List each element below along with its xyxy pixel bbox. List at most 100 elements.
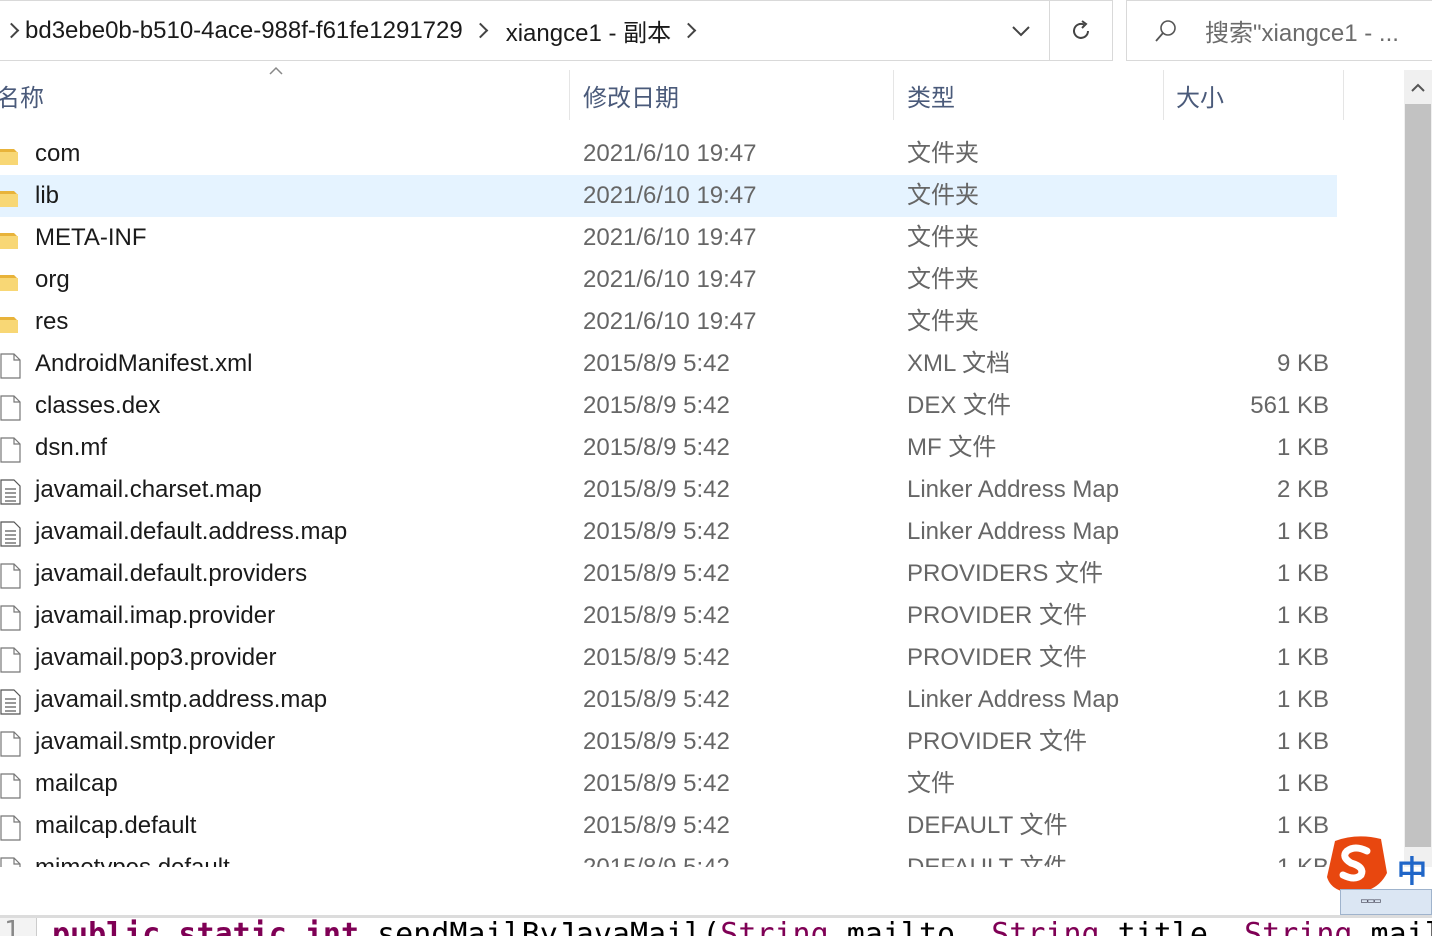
- breadcrumb[interactable]: bd3ebe0b-b510-4ace-988f-f61fe1291729 xia…: [0, 1, 992, 60]
- file-name[interactable]: lib: [35, 175, 59, 217]
- file-name[interactable]: dsn.mf: [35, 427, 107, 469]
- file-type: DEFAULT 文件: [907, 847, 1067, 867]
- file-name[interactable]: res: [35, 301, 68, 343]
- file-type: DEX 文件: [907, 392, 1012, 419]
- column-header-type[interactable]: 类型: [894, 70, 1164, 120]
- scrollbar-thumb[interactable]: [1405, 104, 1431, 847]
- chevron-right-icon[interactable]: [3, 22, 20, 39]
- scroll-up-button[interactable]: [1404, 70, 1432, 104]
- code-token: static: [178, 918, 287, 936]
- column-header-date-label: 修改日期: [583, 84, 679, 112]
- search-placeholder: 搜索"xiangce1 - ...: [1205, 20, 1399, 47]
- file-type: 文件夹: [907, 224, 979, 251]
- file-list[interactable]: com 2021/6/10 19:47 文件夹 lib 2021/6/10 19:47 文…: [0, 133, 1337, 867]
- code-token: public: [52, 918, 161, 936]
- file-modified-date: 2015/8/9 5:42: [583, 392, 730, 419]
- file-icon: [0, 393, 22, 421]
- text-file-icon: [0, 477, 22, 505]
- ime-mode-indicator[interactable]: 中: [1397, 847, 1427, 891]
- file-icon: [0, 771, 22, 799]
- file-name[interactable]: classes.dex: [35, 385, 160, 427]
- file-row[interactable]: META-INF 2021/6/10 19:47 文件夹: [0, 217, 1337, 259]
- file-type: PROVIDER 文件: [907, 644, 1088, 671]
- code-token: sendMailByJavaMail(: [359, 918, 721, 936]
- sogou-s-logo-icon[interactable]: [1325, 833, 1389, 895]
- ime-toolbar[interactable]: 中 ▭▭▭: [1325, 833, 1432, 915]
- breadcrumb-item-folder-id[interactable]: bd3ebe0b-b510-4ace-988f-f61fe1291729: [25, 17, 463, 45]
- file-modified-date: 2015/8/9 5:42: [583, 770, 730, 797]
- file-row[interactable]: mailcap 2015/8/9 5:42 文件 1 KB: [0, 763, 1337, 805]
- file-name[interactable]: javamail.default.address.map: [35, 511, 347, 553]
- file-modified-date: 2015/8/9 5:42: [583, 728, 730, 755]
- refresh-button[interactable]: [1050, 1, 1112, 60]
- file-row[interactable]: javamail.default.address.map 2015/8/9 5:4…: [0, 511, 1337, 553]
- file-name[interactable]: javamail.smtp.provider: [35, 721, 275, 763]
- file-size: 1 KB: [1276, 728, 1329, 755]
- file-name[interactable]: javamail.pop3.provider: [35, 637, 276, 679]
- code-token: String: [720, 918, 829, 936]
- file-row[interactable]: mimetypes.default 2015/8/9 5:42 DEFAULT 文件…: [0, 847, 1337, 867]
- file-name[interactable]: com: [35, 133, 80, 175]
- file-row[interactable]: classes.dex 2015/8/9 5:42 DEX 文件 561 KB: [0, 385, 1337, 427]
- file-name[interactable]: javamail.smtp.address.map: [35, 679, 327, 721]
- file-icon: [0, 645, 22, 673]
- file-name[interactable]: javamail.default.providers: [35, 553, 307, 595]
- column-header-date[interactable]: 修改日期: [570, 70, 894, 120]
- file-row[interactable]: org 2021/6/10 19:47 文件夹: [0, 259, 1337, 301]
- file-name[interactable]: javamail.charset.map: [35, 469, 262, 511]
- file-name[interactable]: AndroidManifest.xml: [35, 343, 252, 385]
- file-icon: [0, 855, 22, 867]
- file-size: 1 KB: [1276, 518, 1329, 545]
- file-icon: [0, 813, 22, 841]
- file-name[interactable]: mimetypes.default: [35, 847, 230, 867]
- file-type: XML 文档: [907, 350, 1011, 377]
- chevron-up-icon: [1411, 83, 1425, 92]
- file-modified-date: 2021/6/10 19:47: [583, 182, 757, 209]
- file-name[interactable]: mailcap: [35, 763, 118, 805]
- ime-soft-keyboard-button[interactable]: ▭▭▭: [1340, 889, 1432, 915]
- file-name[interactable]: META-INF: [35, 217, 147, 259]
- breadcrumb-item-xiangce1-copy[interactable]: xiangce1 - 副本: [506, 13, 671, 48]
- line-number: 1: [4, 918, 20, 936]
- file-row[interactable]: dsn.mf 2015/8/9 5:42 MF 文件 1 KB: [0, 427, 1337, 469]
- chevron-right-icon[interactable]: [680, 22, 697, 39]
- chevron-right-icon[interactable]: [472, 22, 488, 39]
- column-divider[interactable]: [1343, 70, 1344, 120]
- address-bar[interactable]: bd3ebe0b-b510-4ace-988f-f61fe1291729 xia…: [0, 0, 1113, 61]
- file-row[interactable]: javamail.default.providers 2015/8/9 5:42 P…: [0, 553, 1337, 595]
- vertical-scrollbar[interactable]: [1404, 70, 1432, 867]
- file-name[interactable]: org: [35, 259, 70, 301]
- file-modified-date: 2015/8/9 5:42: [583, 434, 730, 461]
- file-row[interactable]: com 2021/6/10 19:47 文件夹: [0, 133, 1337, 175]
- file-row[interactable]: res 2021/6/10 19:47 文件夹: [0, 301, 1337, 343]
- file-row[interactable]: javamail.smtp.provider 2015/8/9 5:42 PROVI…: [0, 721, 1337, 763]
- file-row[interactable]: javamail.smtp.address.map 2015/8/9 5:42 Li…: [0, 679, 1337, 721]
- file-row[interactable]: javamail.charset.map 2015/8/9 5:42 Linker …: [0, 469, 1337, 511]
- file-icon: [0, 435, 22, 463]
- code-line[interactable]: public static int sendMailByJavaMail(Str…: [52, 918, 1432, 936]
- file-name[interactable]: mailcap.default: [35, 805, 196, 847]
- file-row[interactable]: lib 2021/6/10 19:47 文件夹: [0, 175, 1337, 217]
- chevron-down-icon: [1011, 25, 1030, 36]
- keyboard-icon: ▭▭▭: [1361, 894, 1381, 907]
- file-type: Linker Address Map: [907, 686, 1120, 713]
- column-header-name[interactable]: 名称: [0, 70, 570, 120]
- file-size: 1 KB: [1276, 560, 1329, 587]
- code-token: String: [991, 918, 1100, 936]
- column-header-size[interactable]: 大小: [1164, 70, 1344, 120]
- file-size: 9 KB: [1276, 350, 1329, 377]
- address-history-dropdown-button[interactable]: [992, 1, 1050, 60]
- code-editor[interactable]: 1 public static int sendMailByJavaMail(S…: [0, 918, 1432, 936]
- file-row[interactable]: AndroidManifest.xml 2015/8/9 5:42 XML 文档 9 …: [0, 343, 1337, 385]
- column-header-name-label: 名称: [0, 84, 44, 112]
- file-size: 2 KB: [1276, 476, 1329, 503]
- file-row[interactable]: mailcap.default 2015/8/9 5:42 DEFAULT 文件 1 …: [0, 805, 1337, 847]
- file-row[interactable]: javamail.imap.provider 2015/8/9 5:42 PROVI…: [0, 595, 1337, 637]
- search-input[interactable]: 搜索"xiangce1 - ...: [1126, 0, 1432, 61]
- file-name[interactable]: javamail.imap.provider: [35, 595, 275, 637]
- file-modified-date: 2015/8/9 5:42: [583, 812, 730, 839]
- file-row[interactable]: javamail.pop3.provider 2015/8/9 5:42 PROVI…: [0, 637, 1337, 679]
- file-type: 文件夹: [907, 266, 979, 293]
- file-modified-date: 2021/6/10 19:47: [583, 266, 757, 293]
